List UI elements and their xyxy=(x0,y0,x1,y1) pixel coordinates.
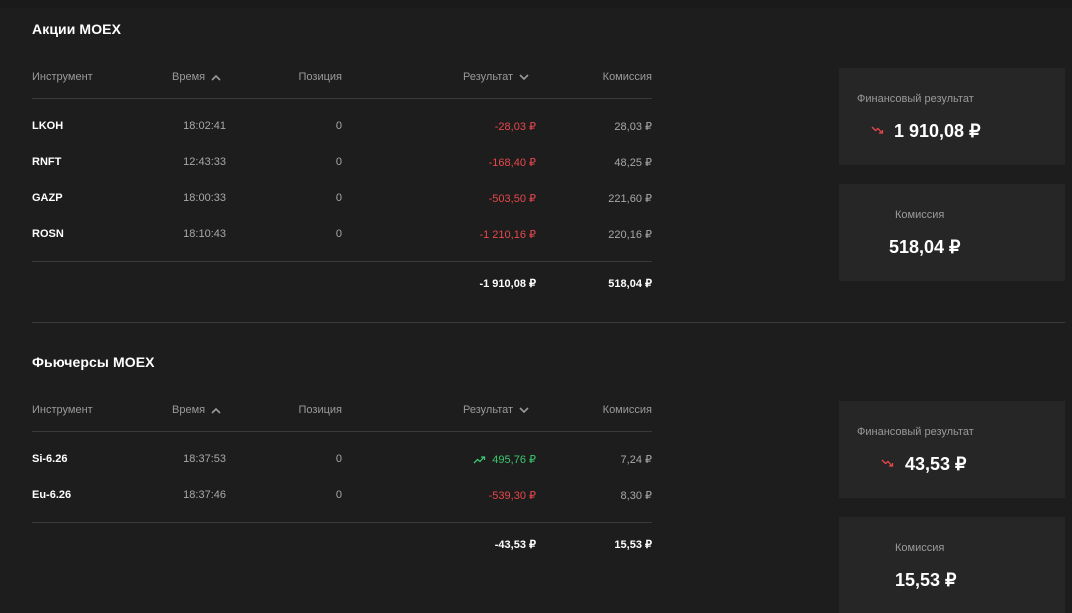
total-commission: 15,53 ₽ xyxy=(614,539,652,551)
result: 495,76 ₽ xyxy=(492,454,536,466)
column-header-result[interactable]: Результат xyxy=(463,404,529,416)
financial-result-value: 43,53 ₽ xyxy=(905,454,967,474)
ticker: Si-6.26 xyxy=(32,453,68,465)
commission: 48,25 ₽ xyxy=(614,157,652,169)
top-divider xyxy=(0,0,1072,8)
trend-down-icon xyxy=(871,126,884,134)
position: 0 xyxy=(335,192,342,204)
ticker: ROSN xyxy=(32,228,64,240)
commission-label: Комиссия xyxy=(895,542,945,554)
commission-value: 518,04 ₽ xyxy=(889,237,961,257)
result: -503,50 ₽ xyxy=(488,193,536,205)
chevron-up-icon xyxy=(211,407,221,414)
section-divider xyxy=(32,322,1065,323)
chevron-up-icon xyxy=(211,74,221,81)
column-header-position[interactable]: Позиция xyxy=(240,71,343,83)
result: -28,03 ₽ xyxy=(494,121,536,133)
column-header-result-label: Результат xyxy=(463,71,514,83)
trading-results-page: Акции MOEX Инструмент Время Позиция Резу… xyxy=(0,0,1072,613)
ticker: RNFT xyxy=(32,156,62,168)
financial-result-card: Финансовый результат 43,53 ₽ xyxy=(839,401,1065,498)
commission: 7,24 ₽ xyxy=(620,454,652,466)
commission: 220,16 ₽ xyxy=(608,229,652,241)
result: -168,40 ₽ xyxy=(488,157,536,169)
commission-value: 15,53 ₽ xyxy=(895,570,957,590)
position: 0 xyxy=(335,489,342,501)
commission: 8,30 ₽ xyxy=(620,490,652,502)
position: 0 xyxy=(335,228,342,240)
column-header-time[interactable]: Время xyxy=(172,404,221,416)
result: -539,30 ₽ xyxy=(488,490,536,502)
total-commission: 518,04 ₽ xyxy=(608,278,652,290)
column-header-time-label: Время xyxy=(172,404,206,416)
header-divider xyxy=(32,431,652,432)
chevron-down-icon xyxy=(519,74,529,80)
column-header-time-label: Время xyxy=(172,71,206,83)
commission: 221,60 ₽ xyxy=(608,193,652,205)
column-header-instrument[interactable]: Инструмент xyxy=(32,71,93,83)
time: 18:37:46 xyxy=(183,489,226,501)
result: -1 210,16 ₽ xyxy=(479,229,536,241)
column-header-time[interactable]: Время xyxy=(172,71,221,83)
ticker: LKOH xyxy=(32,120,64,132)
chevron-down-icon xyxy=(519,407,529,413)
position: 0 xyxy=(335,156,342,168)
financial-result-label: Финансовый результат xyxy=(857,93,974,105)
section-title: Акции MOEX xyxy=(32,21,122,37)
financial-result-label: Финансовый результат xyxy=(857,426,974,438)
commission-card: Комиссия 15,53 ₽ xyxy=(839,517,1065,613)
commission-label: Комиссия xyxy=(895,209,945,221)
section-title: Фьючерсы MOEX xyxy=(32,354,155,370)
ticker: Eu-6.26 xyxy=(32,489,72,501)
time: 12:43:33 xyxy=(183,156,226,168)
totals-divider xyxy=(32,522,652,523)
column-header-result-label: Результат xyxy=(463,404,514,416)
time: 18:02:41 xyxy=(183,120,226,132)
column-header-result[interactable]: Результат xyxy=(463,71,529,83)
column-header-commission[interactable]: Комиссия xyxy=(550,71,652,83)
position: 0 xyxy=(335,453,342,465)
column-header-instrument[interactable]: Инструмент xyxy=(32,404,93,416)
column-header-commission[interactable]: Комиссия xyxy=(550,404,652,416)
commission-card: Комиссия 518,04 ₽ xyxy=(839,184,1065,281)
total-result: -43,53 ₽ xyxy=(494,539,536,551)
trend-down-icon xyxy=(881,459,894,467)
time: 18:00:33 xyxy=(183,192,226,204)
total-result: -1 910,08 ₽ xyxy=(479,278,536,290)
commission: 28,03 ₽ xyxy=(614,121,652,133)
header-divider xyxy=(32,98,652,99)
ticker: GAZP xyxy=(32,192,63,204)
column-header-position[interactable]: Позиция xyxy=(240,404,343,416)
time: 18:37:53 xyxy=(183,453,226,465)
position: 0 xyxy=(335,120,342,132)
financial-result-value: 1 910,08 ₽ xyxy=(894,121,981,141)
financial-result-card: Финансовый результат 1 910,08 ₽ xyxy=(839,68,1065,165)
time: 18:10:43 xyxy=(183,228,226,240)
totals-divider xyxy=(32,261,652,262)
